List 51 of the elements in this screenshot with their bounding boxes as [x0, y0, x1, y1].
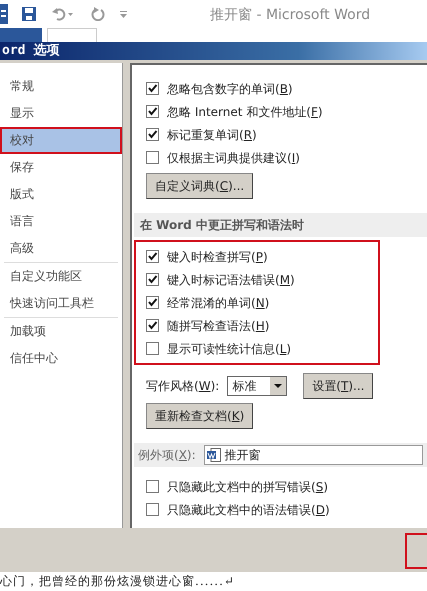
nav-item[interactable]: 自定义功能区: [0, 263, 122, 290]
checkbox[interactable]: [146, 319, 159, 332]
checkbox-label[interactable]: 显示可读性统计信息(L): [167, 340, 292, 358]
checkbox-label[interactable]: 忽略包含数字的单词(B): [167, 80, 293, 98]
nav-item[interactable]: 显示: [0, 100, 122, 127]
dialog-title: ord 选项: [0, 42, 427, 60]
checkbox[interactable]: [146, 273, 159, 286]
document-text: 心门，把曾经的那份炫漫锁进心窗......↵: [0, 573, 235, 590]
checkbox[interactable]: [146, 480, 159, 493]
exceptions-dropdown[interactable]: 推开窗: [204, 445, 423, 465]
checkbox[interactable]: [146, 503, 159, 516]
writing-style-label: 写作风格(W):: [146, 378, 220, 395]
word-icon[interactable]: [0, 4, 8, 24]
section-header: 在 Word 中更正拼写和语法时: [134, 213, 427, 237]
nav-item[interactable]: 信任中心: [0, 345, 122, 372]
exceptions-label: 例外项(X):: [138, 447, 196, 464]
checkbox[interactable]: [146, 250, 159, 263]
document-icon: [206, 448, 221, 462]
checkbox[interactable]: [146, 82, 159, 95]
checkbox-label[interactable]: 只隐藏此文档中的拼写错误(S): [167, 478, 328, 496]
customize-icon[interactable]: [120, 11, 127, 18]
recheck-button[interactable]: 重新检查文档(K): [146, 403, 254, 429]
save-icon[interactable]: [22, 7, 36, 21]
window-title: 推开窗 - Microsoft Word: [210, 6, 370, 25]
checkbox[interactable]: [146, 151, 159, 164]
settings-button[interactable]: 设置(T)...: [303, 373, 374, 399]
nav-item[interactable]: 保存: [0, 154, 122, 181]
nav-item[interactable]: 快速访问工具栏: [0, 290, 122, 317]
nav-item[interactable]: 高级: [0, 235, 122, 262]
nav-item[interactable]: 常规: [0, 73, 122, 100]
nav-item[interactable]: 语言: [0, 208, 122, 235]
checkbox-label[interactable]: 随拼写检查语法(H): [167, 316, 270, 334]
nav-item[interactable]: 版式: [0, 181, 122, 208]
checkbox[interactable]: [146, 296, 159, 309]
ok-button[interactable]: [405, 533, 427, 569]
checkbox-label[interactable]: 忽略 Internet 和文件地址(F): [167, 102, 323, 120]
checkbox-label[interactable]: 仅根据主词典提供建议(I): [167, 148, 300, 166]
nav-item[interactable]: 加载项: [0, 318, 122, 345]
redo-icon[interactable]: [91, 7, 105, 21]
writing-style-dropdown[interactable]: 标准: [227, 376, 288, 396]
nav-item[interactable]: 校对: [0, 127, 122, 154]
checkbox[interactable]: [146, 342, 159, 355]
checkbox-label[interactable]: 经常混淆的单词(N): [167, 294, 270, 312]
custom-dictionary-button[interactable]: 自定义词典(C)...: [146, 173, 254, 199]
checkbox[interactable]: [146, 105, 159, 118]
checkbox-label[interactable]: 只隐藏此文档中的语法错误(D): [167, 500, 330, 518]
checkbox[interactable]: [146, 128, 159, 141]
checkbox-label[interactable]: 键入时检查拼写(P): [167, 248, 268, 266]
checkbox-label[interactable]: 键入时标记语法错误(M): [167, 270, 295, 288]
checkbox-label[interactable]: 标记重复单词(R): [167, 126, 257, 144]
undo-icon[interactable]: [52, 7, 74, 21]
